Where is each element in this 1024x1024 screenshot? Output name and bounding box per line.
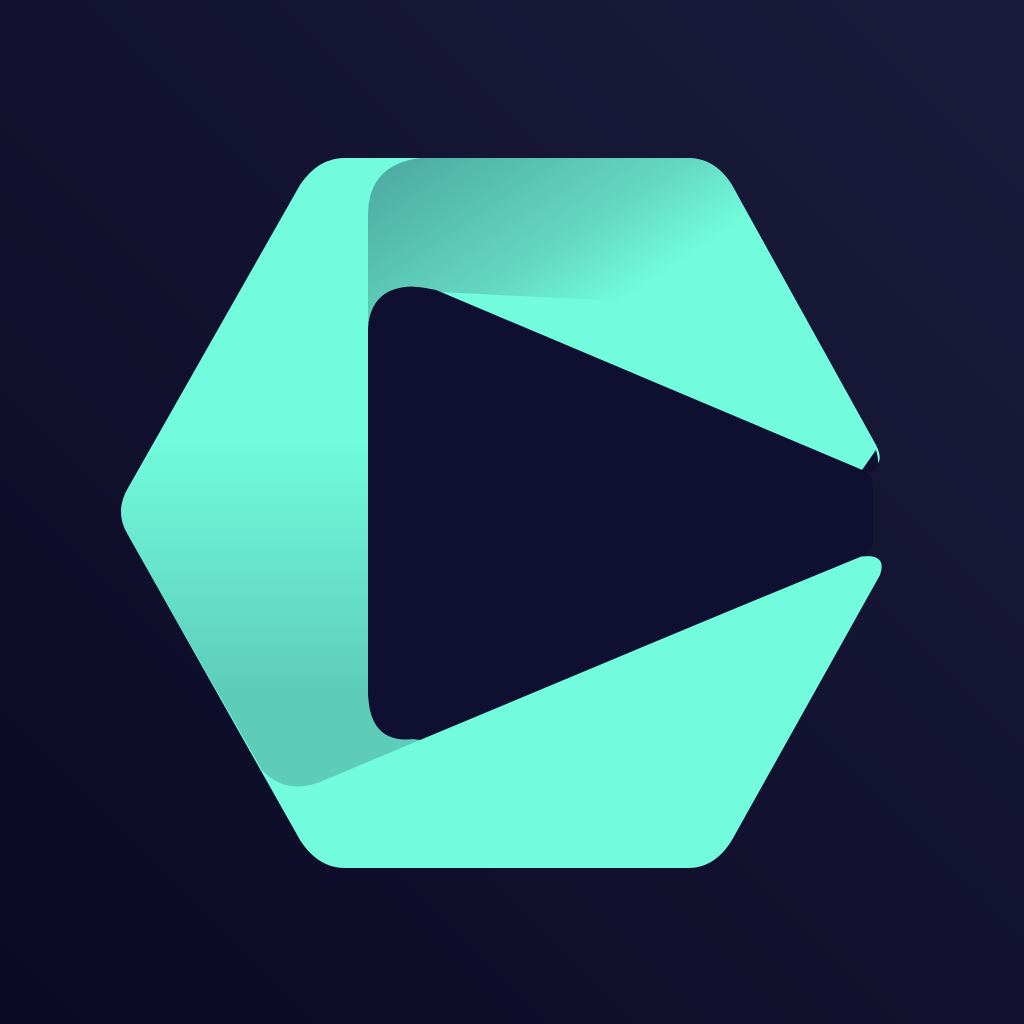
app-icon bbox=[0, 0, 1024, 1024]
hexagon-play-logo-icon bbox=[0, 0, 1024, 1024]
